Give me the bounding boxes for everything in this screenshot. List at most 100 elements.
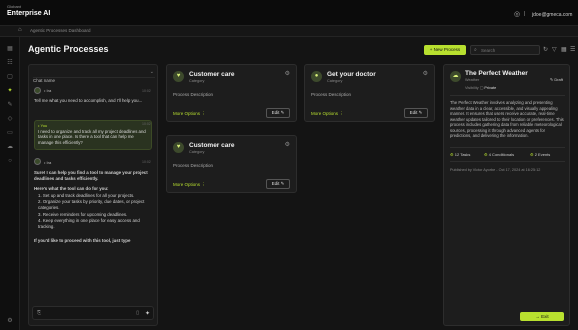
assistant-avatar: [34, 87, 41, 94]
events-count: 2 Events: [534, 152, 551, 157]
attach-icon[interactable]: ⎘: [37, 310, 41, 316]
assistant-name: • Ira: [44, 160, 52, 165]
send-icon[interactable]: ✦: [145, 310, 150, 317]
breadcrumb: ⌂ Agentic Processes Dashboard: [0, 26, 578, 37]
cloud-icon[interactable]: ☁: [6, 143, 14, 151]
gear-icon[interactable]: ⚙: [423, 70, 428, 77]
visibility-value: Private: [484, 86, 497, 90]
search-icon: ⌕: [474, 47, 477, 53]
notifications-icon[interactable]: ◎: [514, 10, 520, 18]
process-detail-panel: ☁ The Perfect Weather Weather ✎ Draft Vi…: [443, 64, 570, 326]
breadcrumb-item[interactable]: Agentic Processes Dashboard: [30, 28, 91, 33]
page-title: Agentic Processes: [28, 44, 109, 54]
edit-button[interactable]: Edit ✎: [266, 108, 290, 118]
draft-badge: ✎ Draft: [549, 77, 563, 82]
tool-icon[interactable]: ✎: [6, 101, 14, 109]
card-name: Customer care: [189, 71, 235, 78]
process-icon[interactable]: ✦: [6, 87, 14, 95]
edit-label: Edit: [409, 110, 418, 115]
message-time: 10:02: [142, 89, 151, 93]
user-name: • You: [38, 123, 48, 128]
card-category: Category: [327, 79, 343, 83]
process-card[interactable]: ♥ Customer care Category ⚙ Process Descr…: [166, 64, 297, 122]
process-card[interactable]: ● Get your doctor Category ⚙ Process Des…: [304, 64, 435, 122]
events-stat: ⚙ 2 Events: [530, 152, 550, 157]
card-name: Get your doctor: [327, 71, 376, 78]
data-icon[interactable]: ◇: [6, 115, 14, 123]
home-icon[interactable]: ⌂: [18, 27, 22, 33]
events-icon: ⚙: [530, 152, 534, 157]
user-email[interactable]: jdoe@gmeca.com: [532, 12, 572, 18]
edit-label: Edit: [271, 181, 280, 186]
chat-icon[interactable]: ▭: [6, 129, 14, 137]
gear-icon[interactable]: ⚙: [285, 70, 290, 77]
card-description: Process Description: [173, 92, 214, 97]
heart-icon: ♥: [173, 71, 184, 82]
reply-item: 3. Receive reminders for upcoming deadli…: [38, 212, 128, 217]
refresh-icon[interactable]: ↻: [543, 46, 548, 53]
more-options-label: More Options: [173, 182, 201, 187]
card-category: Category: [189, 150, 205, 154]
search-placeholder: Search: [481, 48, 496, 53]
reply-outro: If you'd like to proceed with this tool,…: [34, 238, 131, 243]
edit-button[interactable]: Edit ✎: [404, 108, 428, 118]
detail-category: Weather: [465, 78, 480, 82]
card-name: Customer care: [189, 142, 235, 149]
visibility: Visibility ▢ Private: [465, 86, 497, 90]
tasks-count: 12 Tasks: [454, 152, 471, 157]
process-card[interactable]: ♥ Customer care Category ⚙ Process Descr…: [166, 135, 297, 193]
assistant-message: Tell me what you need to accomplish, and…: [34, 98, 143, 103]
divider: [450, 147, 565, 148]
new-process-button[interactable]: + New Process: [424, 45, 466, 55]
filter-icon[interactable]: ▽: [552, 46, 557, 53]
grid-view-icon[interactable]: ▦: [561, 46, 567, 53]
card-category: Category: [189, 79, 205, 83]
user-message: • You I need to organize and track all m…: [34, 120, 152, 150]
settings-icon[interactable]: ⚙: [6, 317, 14, 325]
grid-icon[interactable]: ▦: [6, 45, 14, 53]
edit-button[interactable]: Edit ✎: [266, 179, 290, 189]
draft-label: Draft: [554, 77, 563, 82]
reply-item: 2. Organize your tasks by priority, due …: [38, 199, 145, 210]
assistant-avatar: [34, 158, 41, 165]
more-options-link[interactable]: More Options ⋮: [173, 182, 206, 188]
user-message-time: 10:02: [142, 122, 151, 126]
edit-label: Edit: [271, 110, 280, 115]
gear-icon[interactable]: ⚙: [285, 141, 290, 148]
chat-icon: ●: [311, 71, 322, 82]
apps-icon[interactable]: ☷: [6, 59, 14, 67]
exit-button[interactable]: → Exit: [520, 312, 564, 321]
detail-name: The Perfect Weather: [465, 70, 528, 77]
divider-icon: |: [524, 11, 526, 17]
chat-header: Chat name ⌄: [33, 69, 155, 83]
assistant-name: • Ira: [44, 88, 52, 93]
search-input[interactable]: ⌕ Search: [470, 45, 540, 55]
chevron-down-icon[interactable]: ⌄: [150, 69, 154, 75]
company-label: Globant: [7, 4, 22, 9]
divider: [450, 161, 565, 162]
conditionals-icon: ⚙: [484, 152, 488, 157]
more-options-label: More Options: [311, 111, 339, 116]
more-options-link[interactable]: More Options ⋮: [173, 111, 206, 117]
chat-name[interactable]: Chat name: [33, 78, 55, 83]
bell-icon[interactable]: ○: [6, 157, 14, 165]
tasks-icon: ⚙: [450, 152, 454, 157]
reply-intro: Sure! I can help you find a tool to mana…: [34, 170, 148, 181]
card-description: Process Description: [311, 92, 352, 97]
reply-item: 1. Set up and track deadlines for all yo…: [38, 193, 135, 198]
app-title: Enterprise AI: [7, 10, 51, 17]
card-description: Process Description: [173, 163, 214, 168]
folder-icon[interactable]: ▢: [6, 73, 14, 81]
list-view-icon[interactable]: ☰: [570, 46, 575, 53]
more-options-label: More Options: [173, 111, 201, 116]
more-options-link[interactable]: More Options ⋮: [311, 111, 344, 117]
reply-list-title: Here's what the tool can do for you:: [34, 186, 109, 191]
weather-icon: ☁: [450, 71, 461, 82]
sidebar-rail: ▦ ☷ ▢ ✦ ✎ ◇ ▭ ☁ ○ ⚙: [0, 37, 20, 330]
heart-icon: ♥: [173, 142, 184, 153]
detail-description: The Perfect Weather involves analyzing a…: [450, 100, 564, 138]
mic-icon[interactable]: ▯: [136, 310, 139, 316]
chat-input[interactable]: ⎘ ▯ ✦: [32, 306, 154, 320]
user-message-text: I need to organize and track all my proj…: [38, 129, 146, 145]
tasks-stat: ⚙ 12 Tasks: [450, 152, 470, 157]
